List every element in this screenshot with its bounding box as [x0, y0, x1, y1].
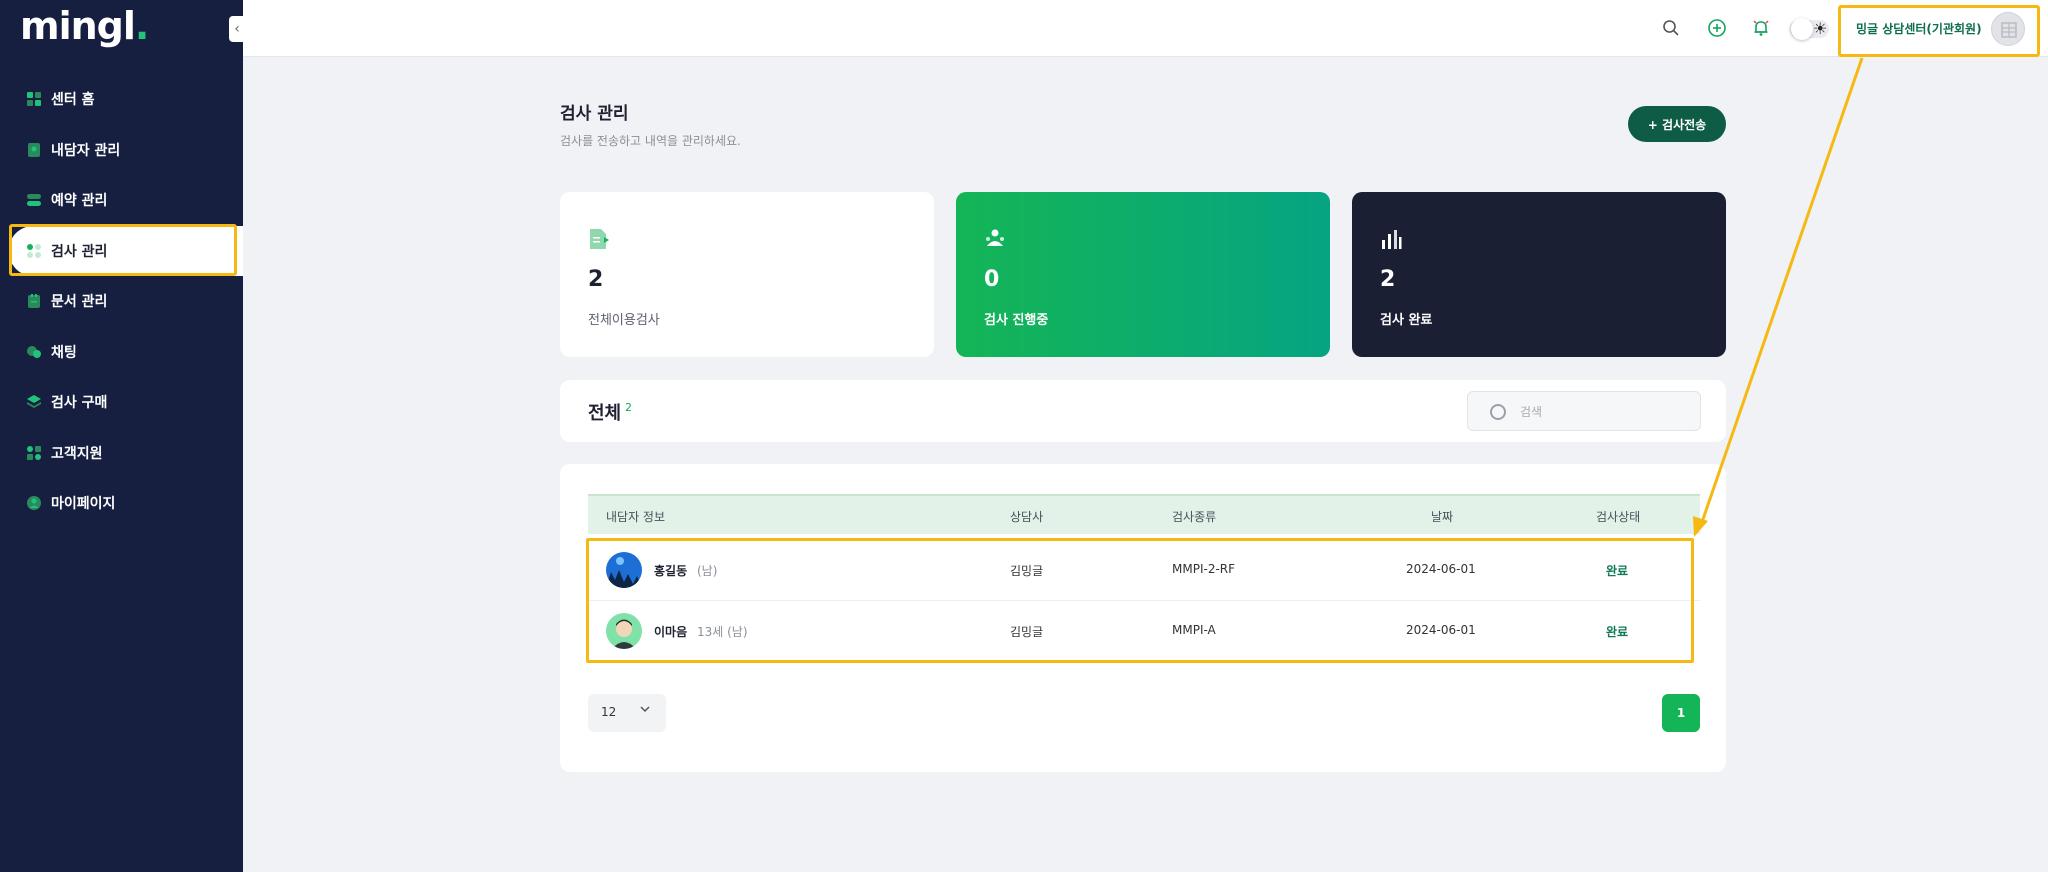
- client-meta: 13세 (남): [697, 625, 748, 639]
- test-table-card: 내담자 정보 상담사 검사종류 날짜 검사상태 홍길동 (남) 김밍글 MMPI…: [560, 464, 1726, 772]
- page-subtitle: 검사를 전송하고 내역을 관리하세요.: [560, 134, 741, 148]
- sidebar-item-documents[interactable]: 문서 관리: [0, 276, 243, 327]
- stat-card-in-progress: 0 검사 진행중: [956, 192, 1330, 357]
- logo[interactable]: mingl.: [20, 4, 149, 48]
- page-size-select[interactable]: 12: [588, 694, 666, 732]
- stat-label: 전체이용검사: [588, 313, 660, 328]
- search-input[interactable]: [1520, 402, 1680, 422]
- search-icon: [1490, 404, 1506, 420]
- sidebar-item-label: 검사 구매: [51, 395, 108, 412]
- test-type-cell: MMPI-A: [1172, 623, 1216, 637]
- status-badge: 완료: [1606, 564, 1629, 578]
- support-icon: [27, 445, 41, 460]
- user-name[interactable]: 밍글 상담센터(기관회원): [1856, 20, 1982, 37]
- pagination-page-1[interactable]: 1: [1662, 694, 1700, 732]
- sidebar-item-support[interactable]: 고객지원: [0, 428, 243, 479]
- people-icon: [986, 229, 1004, 246]
- table-row[interactable]: 이마음 13세 (남) 김밍글 MMPI-A 2024-06-01 완료: [588, 600, 1700, 660]
- sidebar-item-clients[interactable]: 내담자 관리: [0, 125, 243, 176]
- chevron-down-icon: [640, 706, 650, 713]
- filter-bar: 전체 2: [560, 380, 1726, 442]
- chat-icon: [27, 345, 41, 358]
- stat-label: 검사 완료: [1380, 313, 1433, 328]
- sidebar-item-mypage[interactable]: 마이페이지: [0, 478, 243, 529]
- column-header-status: 검사상태: [1596, 510, 1641, 524]
- date-cell: 2024-06-01: [1406, 562, 1476, 576]
- stat-card-total: 2 전체이용검사: [560, 192, 934, 357]
- client-name: 홍길동: [654, 564, 688, 578]
- stat-card-completed: 2 검사 완료: [1352, 192, 1726, 357]
- page-size-value: 12: [601, 705, 617, 719]
- sidebar-item-label: 내담자 관리: [51, 142, 121, 159]
- building-icon: [2001, 22, 2017, 38]
- client-name: 이마음: [654, 625, 688, 639]
- client-avatar: [606, 552, 642, 588]
- reservation-toggle-icon: [27, 194, 41, 207]
- send-test-button[interactable]: + 검사전송: [1628, 106, 1726, 142]
- page-title: 검사 관리: [560, 104, 629, 124]
- sidebar-item-center-home[interactable]: 센터 홈: [0, 74, 243, 125]
- sidebar-item-label: 마이페이지: [51, 496, 116, 513]
- avatar[interactable]: [1991, 12, 2025, 46]
- search-box[interactable]: [1467, 391, 1701, 431]
- chevron-left-icon: ‹: [234, 21, 240, 37]
- client-meta: (남): [697, 564, 718, 578]
- sidebar: mingl. ‹ 센터 홈 내담자 관리 예약 관리 검사 관리 문서 관리 채…: [0, 0, 245, 872]
- sidebar-item-label: 고객지원: [51, 445, 103, 462]
- client-icon: [28, 142, 40, 157]
- sidebar-item-label: 센터 홈: [51, 92, 95, 109]
- sidebar-item-chat[interactable]: 채팅: [0, 327, 243, 378]
- column-header-client: 내담자 정보: [606, 510, 666, 524]
- purchase-stack-icon: [27, 395, 41, 409]
- table-header: 내담자 정보 상담사 검사종류 날짜 검사상태: [588, 494, 1700, 534]
- filter-title: 전체: [588, 403, 622, 424]
- table-row[interactable]: 홍길동 (남) 김밍글 MMPI-2-RF 2024-06-01 완료: [588, 540, 1700, 600]
- sidebar-item-tests[interactable]: 검사 관리: [9, 225, 243, 276]
- topbar: ☀ 밍글 상담센터(기관회원): [243, 0, 2048, 57]
- theme-toggle[interactable]: ☀: [1789, 18, 1833, 40]
- sidebar-item-label: 검사 관리: [51, 243, 108, 260]
- filter-count: 2: [625, 401, 632, 414]
- date-cell: 2024-06-01: [1406, 623, 1476, 637]
- column-header-date: 날짜: [1431, 510, 1454, 524]
- sidebar-item-label: 문서 관리: [51, 294, 108, 311]
- status-badge: 완료: [1606, 625, 1629, 639]
- stat-value: 2: [1380, 267, 1396, 292]
- counselor-cell: 김밍글: [1010, 564, 1044, 578]
- home-grid-icon: [27, 92, 41, 107]
- sidebar-nav: 센터 홈 내담자 관리 예약 관리 검사 관리 문서 관리 채팅 검사 구매 고…: [0, 74, 243, 529]
- counselor-cell: 김밍글: [1010, 625, 1044, 639]
- sidebar-item-label: 채팅: [51, 344, 77, 361]
- document-icon: [28, 294, 40, 309]
- sidebar-item-purchase[interactable]: 검사 구매: [0, 377, 243, 428]
- stat-label: 검사 진행중: [984, 313, 1049, 328]
- column-header-test-type: 검사종류: [1172, 510, 1217, 524]
- search-icon[interactable]: [1661, 18, 1681, 38]
- test-type-cell: MMPI-2-RF: [1172, 562, 1236, 576]
- bar-chart-icon: [1382, 230, 1402, 249]
- stat-value: 2: [588, 267, 604, 292]
- sun-icon: ☀: [1813, 19, 1828, 38]
- user-icon: [27, 496, 41, 511]
- test-grid-icon: [27, 243, 41, 258]
- add-circle-icon[interactable]: [1707, 18, 1727, 38]
- column-header-counselor: 상담사: [1010, 510, 1044, 524]
- document-icon: [590, 229, 609, 249]
- bell-icon[interactable]: [1751, 18, 1771, 38]
- sidebar-item-label: 예약 관리: [51, 193, 108, 210]
- client-avatar: [606, 613, 642, 649]
- stat-value: 0: [984, 267, 1000, 292]
- sidebar-item-reservations[interactable]: 예약 관리: [0, 175, 243, 226]
